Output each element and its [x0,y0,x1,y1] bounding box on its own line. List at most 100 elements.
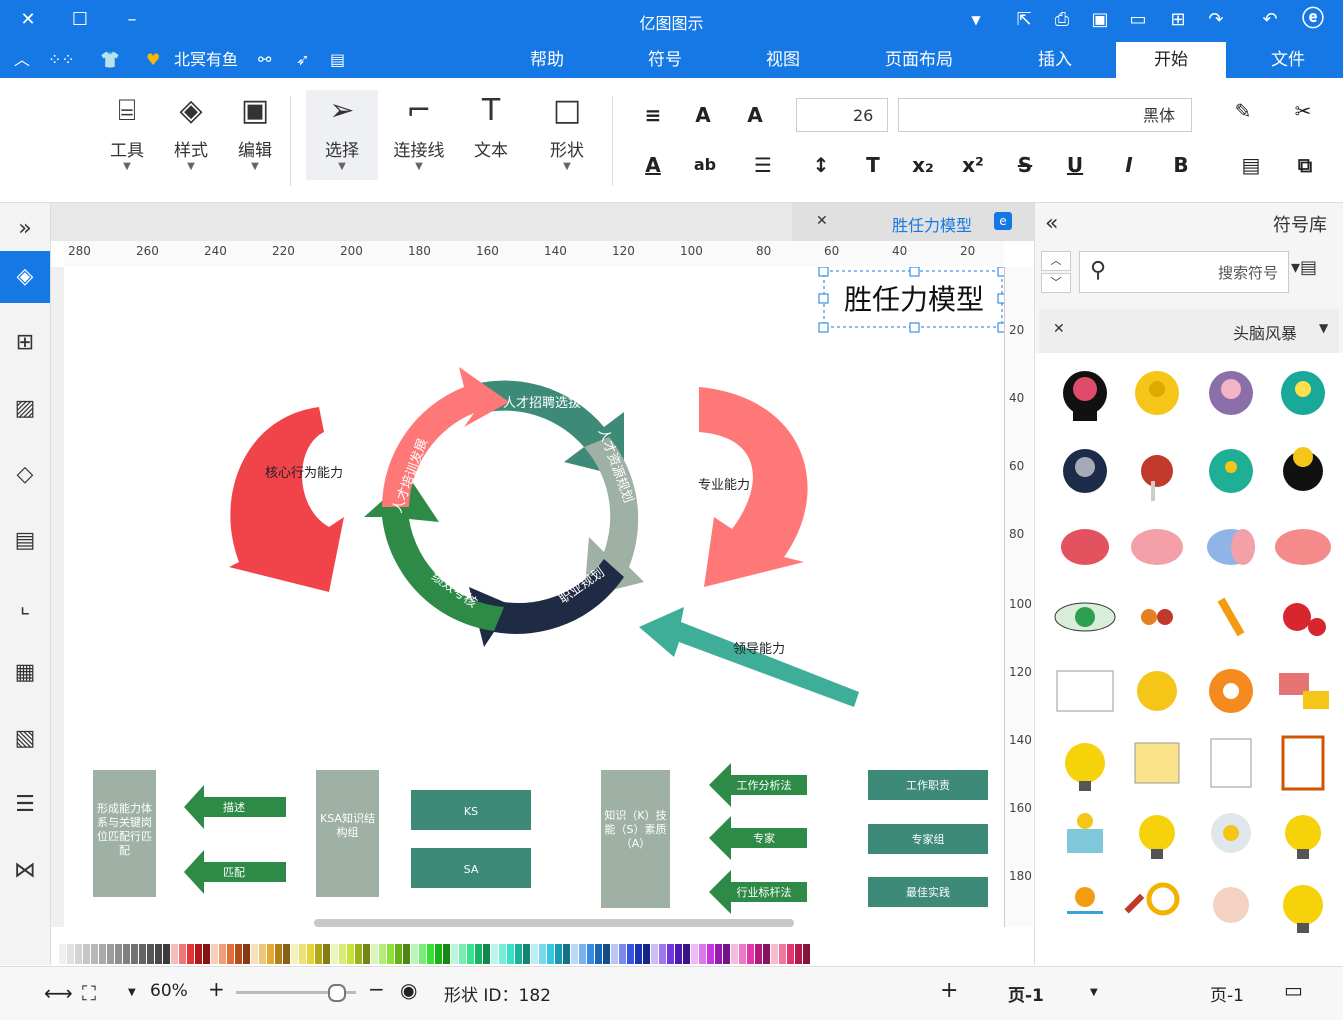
color-swatch[interactable] [619,944,626,964]
font-color-icon[interactable]: A [638,150,668,180]
layers-icon[interactable]: ◇ [7,457,43,493]
color-swatch[interactable] [195,944,202,964]
color-swatch[interactable] [707,944,714,964]
color-swatch[interactable] [731,944,738,964]
color-swatch[interactable] [131,944,138,964]
color-swatch[interactable] [475,944,482,964]
color-swatch[interactable] [691,944,698,964]
color-swatch[interactable] [243,944,250,964]
color-swatch[interactable] [99,944,106,964]
color-swatch[interactable] [147,944,154,964]
eye-icon[interactable] [1054,602,1116,632]
share-icon[interactable]: ⚯ [258,48,271,72]
apps-icon[interactable]: ⁘⁘ [48,48,75,72]
head-gears-icon[interactable] [1135,371,1179,415]
color-swatch[interactable] [187,944,194,964]
category-header[interactable]: ✕ 头脑风暴 ▼ [1039,309,1339,353]
lightning-bulb-icon[interactable] [1065,743,1105,791]
doc-tab[interactable]: ✕ 胜任力模型 e [792,203,1034,241]
color-swatch[interactable] [235,944,242,964]
team-icon[interactable] [1141,609,1173,625]
puzzle-icon[interactable]: ▧ [7,721,43,757]
color-swatch[interactable] [163,944,170,964]
color-swatch[interactable] [451,944,458,964]
diagram-page[interactable]: 胜任力模型 人才招聘选拔 人才资源规划 职业规划 绩效考核 人才培训发展 核心行 [64,266,1008,927]
line-spacing-icon[interactable]: ↕ [806,150,836,180]
notepad-pencil-icon[interactable] [1134,742,1180,784]
speech-bubbles-icon[interactable] [1279,673,1329,709]
head-thinking-icon[interactable] [1141,455,1173,501]
library-menu-icon[interactable]: ▾▤ [1291,257,1317,278]
close-category-icon[interactable]: ✕ [1053,321,1065,337]
color-swatch[interactable] [211,944,218,964]
undo-icon[interactable]: ↶ [1258,8,1282,32]
zoom-dropdown-icon[interactable]: ▼ [128,987,136,998]
color-swatch[interactable] [571,944,578,964]
color-swatch[interactable] [139,944,146,964]
color-swatch[interactable] [635,944,642,964]
head-purple-brain-icon[interactable] [1209,371,1253,415]
tab-view[interactable]: 视图 [728,42,838,78]
underline-icon[interactable]: U [1060,150,1090,180]
open-icon[interactable]: ▭ [1126,8,1150,32]
color-swatch[interactable] [587,944,594,964]
color-swatch[interactable] [171,944,178,964]
document-icon[interactable]: ▤ [7,523,43,559]
color-swatch[interactable] [411,944,418,964]
color-swatch[interactable] [339,944,346,964]
page-layout-icon[interactable]: ▭ [1284,978,1303,1002]
connector-button[interactable]: ⌐ 连接线 ▼ [384,90,454,180]
color-swatch[interactable] [179,944,186,964]
color-swatch[interactable] [683,944,690,964]
collapse-left-icon[interactable]: » [7,211,43,247]
minimize-icon[interactable]: – [120,8,144,32]
brain-pink-icon[interactable] [1131,529,1183,565]
color-swatch[interactable] [315,944,322,964]
warning-pin-icon[interactable] [1067,887,1103,914]
color-swatch[interactable] [491,944,498,964]
page-tab-active[interactable]: 页-1 [1008,981,1044,1006]
grid-icon[interactable]: ⊞ [7,325,43,361]
brain-lightning-icon[interactable] [1061,529,1109,565]
image-icon[interactable]: ▨ [7,391,43,427]
color-swatch[interactable] [747,944,754,964]
color-swatch[interactable] [371,944,378,964]
color-swatch[interactable] [507,944,514,964]
magnifier-icon[interactable] [1124,882,1180,916]
bulb-plain-icon[interactable] [1285,815,1321,859]
connect-icon[interactable]: ⋈ [7,853,43,889]
color-swatch[interactable] [267,944,274,964]
tab-insert[interactable]: 插入 [1000,42,1110,78]
color-swatch[interactable] [379,944,386,964]
color-swatch[interactable] [483,944,490,964]
format-painter-icon[interactable]: ✎ [1228,96,1258,126]
color-swatch[interactable] [555,944,562,964]
color-swatch[interactable] [803,944,810,964]
color-swatch[interactable] [667,944,674,964]
paste-icon[interactable]: ▤ [1236,150,1266,180]
tools-button[interactable]: ⌸ 工具 ▼ [94,90,160,180]
color-swatch[interactable] [395,944,402,964]
maximize-icon[interactable]: ☐ [68,8,92,32]
zoom-slider-thumb[interactable] [328,984,346,1002]
lead-ability-arrow[interactable] [639,607,859,707]
copy-icon[interactable]: ⧉ [1290,150,1320,180]
color-swatch[interactable] [675,944,682,964]
head-bulb-icon[interactable] [1281,371,1325,415]
color-swatch[interactable] [219,944,226,964]
smiley-bulb-icon[interactable] [1283,885,1323,933]
color-swatch[interactable] [291,944,298,964]
align-objects-icon[interactable]: ☰ [7,787,43,823]
zoom-slider[interactable] [236,984,356,1002]
tab-start[interactable]: 开始 [1116,42,1226,78]
select-button[interactable]: ➢ 选择 ▼ [306,90,378,180]
page-dropdown-icon[interactable]: ▼ [1090,987,1098,998]
text-case-icon[interactable]: T [858,150,888,180]
superscript-icon[interactable]: x² [958,150,988,180]
user-name[interactable]: 北冥有鱼 [174,48,238,72]
color-swatch[interactable] [539,944,546,964]
color-swatch[interactable] [67,944,74,964]
color-swatch[interactable] [75,944,82,964]
edit-button[interactable]: ▣ 编辑 ▼ [222,90,288,180]
color-swatch[interactable] [227,944,234,964]
